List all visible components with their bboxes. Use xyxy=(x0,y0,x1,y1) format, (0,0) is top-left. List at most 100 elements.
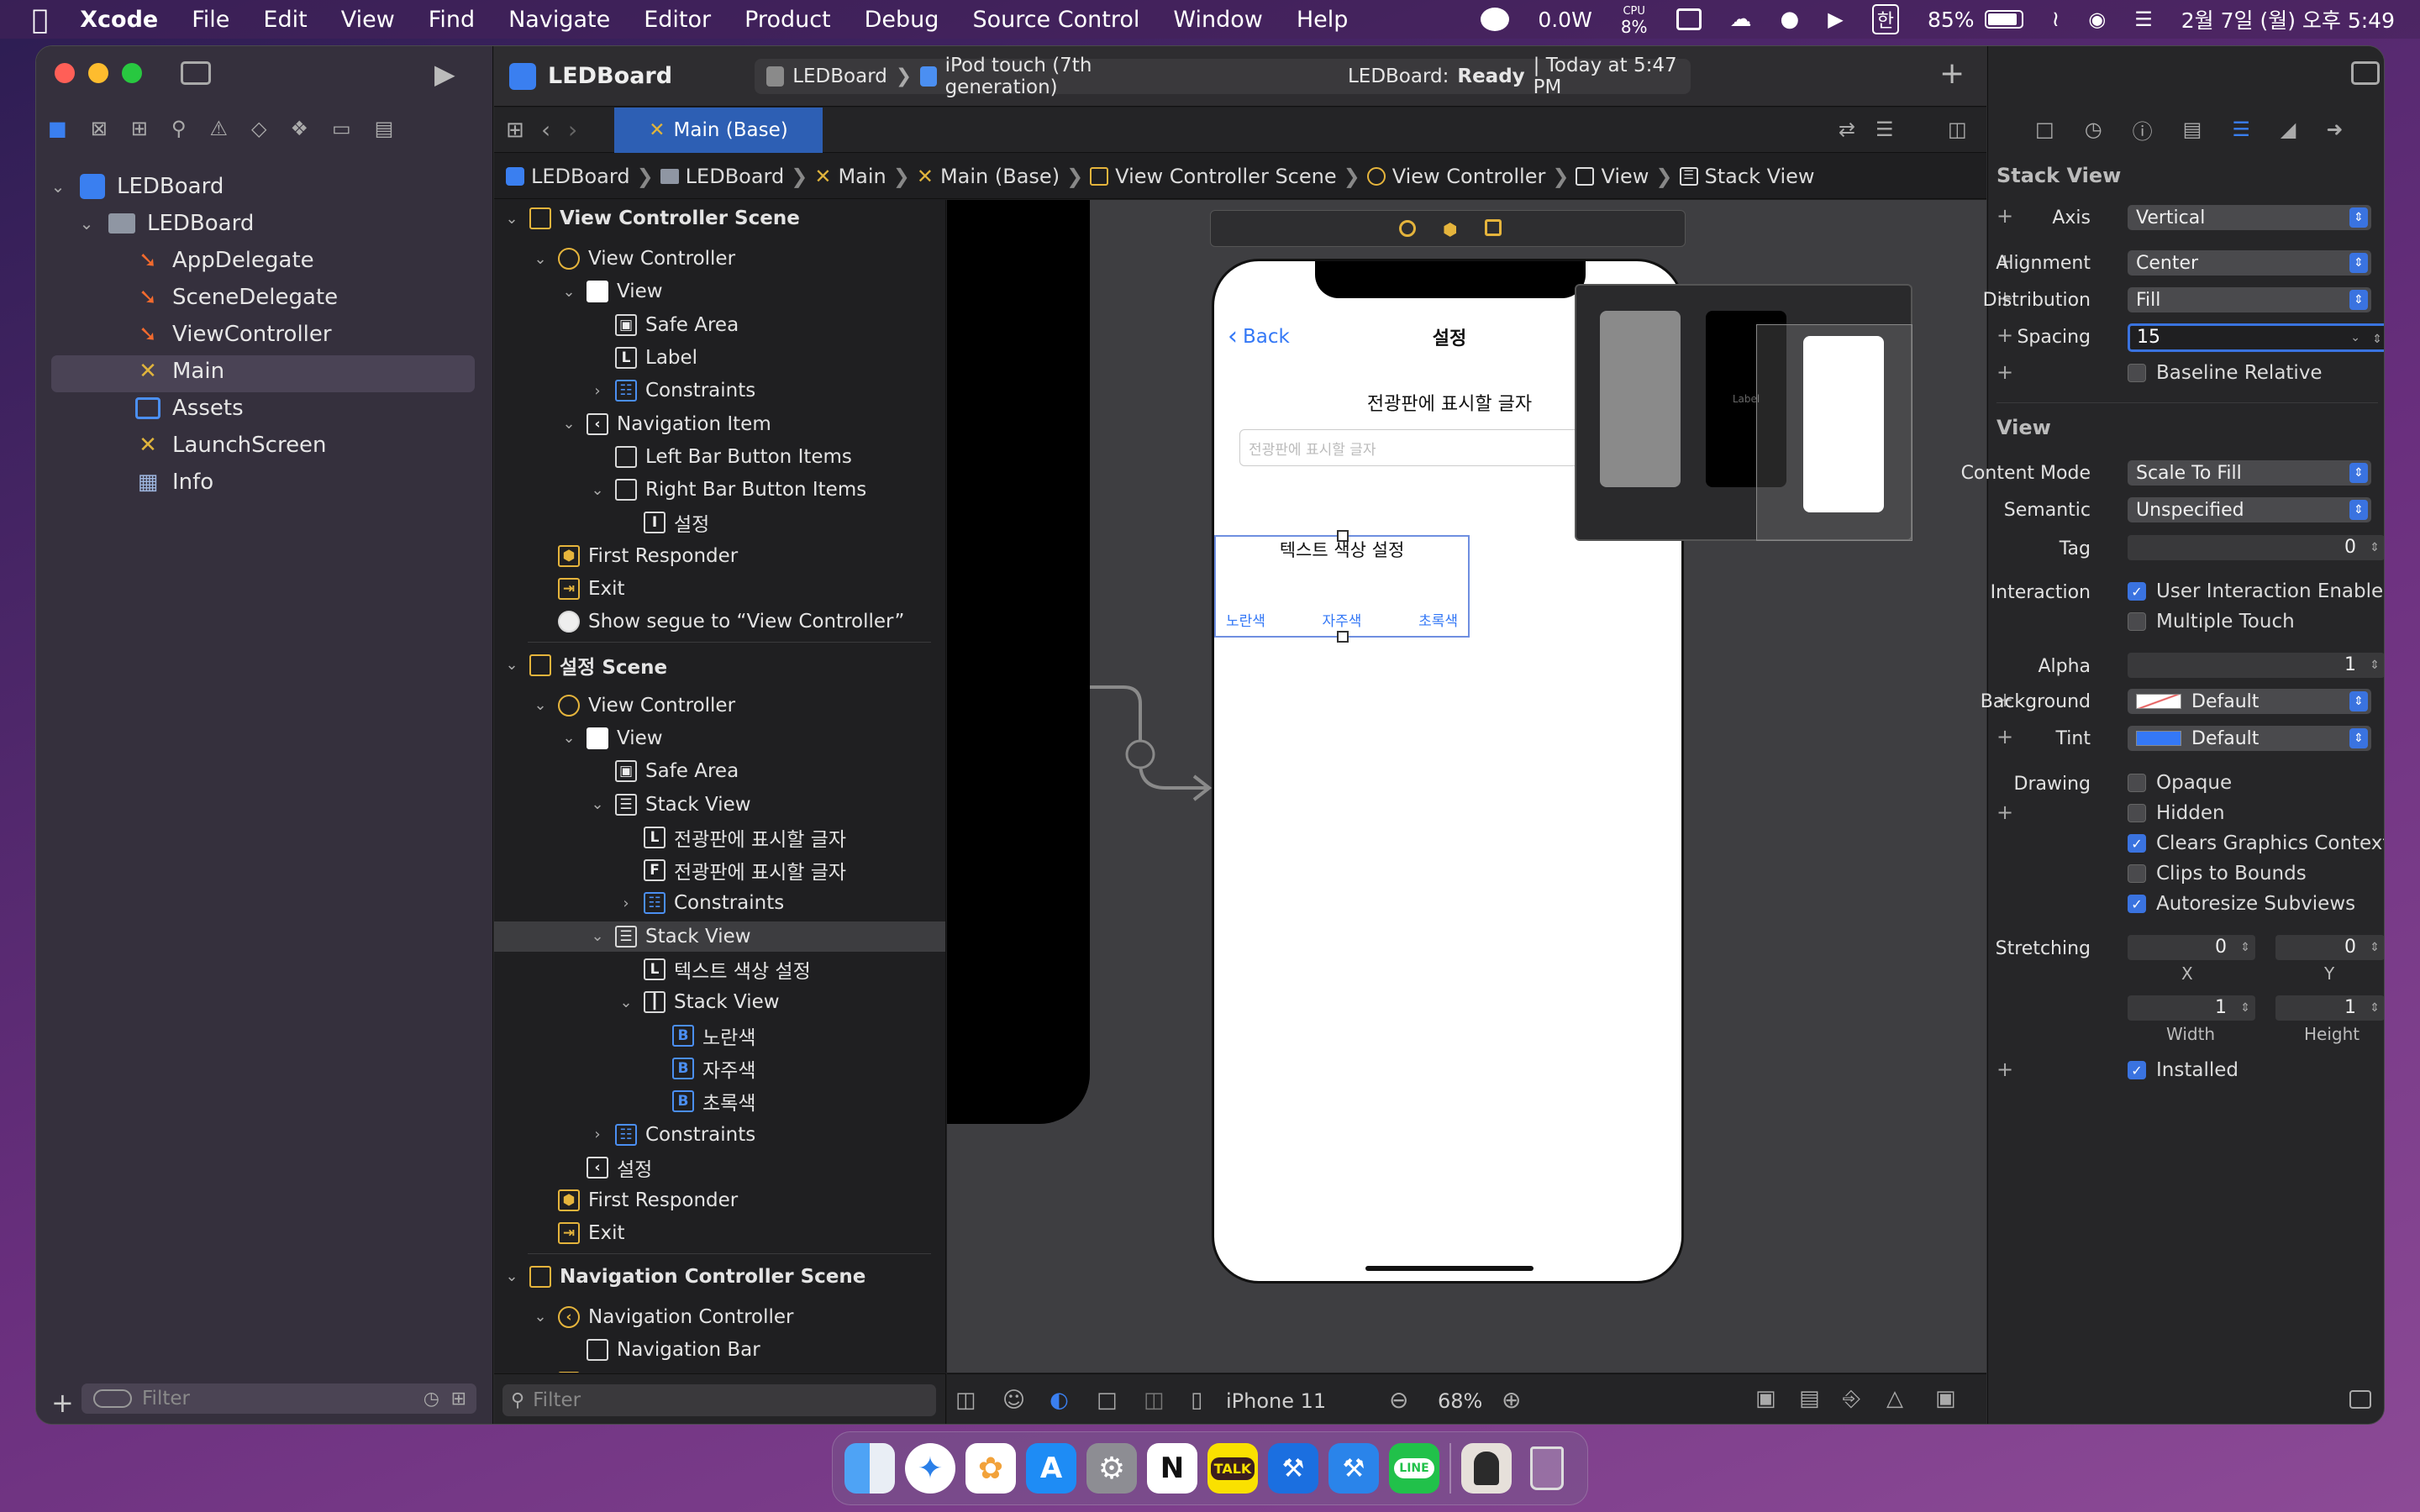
power-readout[interactable]: 0.0W xyxy=(1538,8,1591,32)
segue-arrow[interactable] xyxy=(1090,637,1216,805)
jump-bar-item[interactable]: LEDBoard xyxy=(531,165,630,188)
dock-line-icon[interactable]: LINE xyxy=(1389,1443,1439,1494)
tint-popup[interactable]: Default ⇕ xyxy=(2128,726,2371,751)
outline-row[interactable]: L 전광판에 표시할 글자 xyxy=(617,822,846,853)
chevron-down-icon[interactable]: ⌄ xyxy=(560,415,578,433)
chevron-down-icon[interactable]: ⌄ xyxy=(502,210,521,228)
dock-finder-icon[interactable] xyxy=(844,1443,895,1494)
history-inspector-icon[interactable]: ◷ xyxy=(2085,118,2102,141)
stretch-width-field[interactable]: 1 ⇕ xyxy=(2128,995,2255,1021)
dock-app-store-icon[interactable]: A xyxy=(1026,1443,1076,1494)
library-add-icon[interactable]: + xyxy=(1939,56,1965,91)
nav-item-project[interactable]: ⌄ LEDBoard xyxy=(48,174,224,199)
apple-menu-icon[interactable]:  xyxy=(32,3,48,35)
toggle-outline-icon[interactable]: ◫ xyxy=(955,1388,976,1413)
chevron-down-icon[interactable]: ⌄ xyxy=(588,795,607,813)
input-method[interactable]: 한 xyxy=(1871,4,1899,34)
add-file-button[interactable]: + xyxy=(51,1387,74,1419)
forward-arrow-icon[interactable]: › xyxy=(568,116,577,144)
menu-find[interactable]: Find xyxy=(429,7,475,33)
dock-kakaotalk-icon[interactable]: TALK xyxy=(1207,1443,1258,1494)
menu-product[interactable]: Product xyxy=(744,7,831,33)
symbol-navigator-icon[interactable]: ⊞ xyxy=(131,117,148,140)
outline-row[interactable]: › ☷ Constraints xyxy=(617,888,784,918)
outline-row[interactable]: ⌄ Right Bar Button Items xyxy=(588,475,866,505)
update-frames-icon[interactable]: ▣ xyxy=(1755,1386,1776,1411)
hidden-add-button[interactable]: + xyxy=(1996,801,2013,824)
app-menu[interactable]: Xcode xyxy=(80,7,158,33)
chevron-down-icon[interactable]: ⌄ xyxy=(588,927,607,945)
jump-bar-item[interactable]: View Controller xyxy=(1392,165,1546,188)
nav-item-appdelegate[interactable]: ➘ AppDelegate xyxy=(135,248,314,273)
minimize-window-button[interactable] xyxy=(88,63,108,83)
find-navigator-icon[interactable]: ⚲ xyxy=(171,117,187,140)
dock-safari-icon[interactable]: ✦ xyxy=(905,1443,955,1494)
outline-row[interactable]: ⌄ ┃ Stack View xyxy=(617,987,780,1017)
scheme-selector[interactable]: LEDBoard xyxy=(792,66,887,87)
nav-item-viewcontroller[interactable]: ➘ ViewController xyxy=(135,322,332,347)
zoom-out-icon[interactable]: ⊖ xyxy=(1389,1386,1408,1414)
help-inspector-icon[interactable]: ⓘ xyxy=(2133,115,2153,144)
debug-navigator-icon[interactable]: ❖ xyxy=(290,117,308,140)
dock-xcode-icon[interactable]: ⚒ xyxy=(1268,1443,1318,1494)
run-button[interactable]: ▶ xyxy=(434,58,455,90)
chevron-right-icon[interactable]: › xyxy=(588,1126,607,1143)
nav-item-launchscreen[interactable]: ✕ LaunchScreen xyxy=(135,433,326,458)
chevron-down-icon[interactable]: ⌄ xyxy=(531,696,550,714)
cloud-app-icon[interactable]: ☁ xyxy=(1730,7,1752,32)
chevron-down-icon[interactable]: ⌄ xyxy=(502,656,521,674)
installed-checkbox[interactable]: ✓ xyxy=(2128,1061,2146,1079)
installed-add-button[interactable]: + xyxy=(1996,1058,2013,1081)
distribution-popup[interactable]: Fill ⇕ xyxy=(2128,287,2371,312)
chevron-down-icon[interactable]: ⌄ xyxy=(502,1268,521,1285)
zoom-in-icon[interactable]: ⊕ xyxy=(1502,1386,1521,1414)
outline-row[interactable]: B 자주색 xyxy=(645,1053,755,1084)
control-center-icon[interactable]: ☰ xyxy=(2134,8,2153,31)
source-control-navigator-icon[interactable]: ⊠ xyxy=(91,117,108,140)
jump-bar-item[interactable]: LEDBoard xyxy=(686,165,785,188)
hidden-row[interactable]: Hidden xyxy=(2128,802,2225,824)
chevron-down-icon[interactable]: ⌄ xyxy=(560,729,578,747)
align-icon[interactable]: ▤ xyxy=(1799,1386,1820,1411)
menu-file[interactable]: File xyxy=(192,7,229,33)
menu-window[interactable]: Window xyxy=(1173,7,1262,33)
outline-row[interactable]: ⇥ Exit xyxy=(531,574,625,604)
yellow-button[interactable]: 노란색 xyxy=(1226,609,1265,630)
spacing-stepper[interactable]: ⇕ xyxy=(2372,328,2382,351)
airpods-icon[interactable]: ◉ xyxy=(2088,8,2106,31)
menu-debug[interactable]: Debug xyxy=(865,7,939,33)
chevron-down-icon[interactable]: ⌄ xyxy=(2350,326,2360,349)
dock-photos-icon[interactable]: ✿ xyxy=(965,1443,1016,1494)
project-navigator-folder-icon[interactable]: ■ xyxy=(48,117,67,140)
outline-row[interactable]: ⌄ View xyxy=(560,276,663,307)
magenta-button[interactable]: 자주색 xyxy=(1323,609,1362,630)
battery-icon[interactable] xyxy=(1984,10,2023,29)
tag-stepper[interactable]: ⇕ xyxy=(2370,535,2380,560)
outline-row[interactable]: ⌄ View xyxy=(560,723,663,753)
chevron-down-icon[interactable]: ⌄ xyxy=(531,250,550,268)
nav-item-group[interactable]: ⌄ LEDBoard xyxy=(76,211,255,236)
outline-row[interactable]: ⌄ View Controller xyxy=(531,244,735,274)
back-arrow-icon[interactable]: ‹ xyxy=(541,116,550,144)
content-mode-popup[interactable]: Scale To Fill ⇕ xyxy=(2128,460,2371,486)
wifi-icon[interactable]: ≀ xyxy=(2052,7,2060,32)
menu-view[interactable]: View xyxy=(341,7,395,33)
outline-row[interactable]: ⌄ ‹ Navigation Item xyxy=(560,409,771,439)
outline-row[interactable]: › ☷ Constraints xyxy=(588,375,755,406)
outline-row[interactable]: ⬢ First Responder xyxy=(531,1185,738,1215)
baseline-checkbox[interactable] xyxy=(2128,364,2146,382)
axis-popup[interactable]: Vertical ⇕ xyxy=(2128,205,2371,230)
multiple-touch-row[interactable]: Multiple Touch xyxy=(2128,611,2295,633)
nav-item-assets[interactable]: Assets xyxy=(135,396,244,421)
selected-stack-view[interactable]: 텍스트 색상 설정 노란색 자주색 초록색 xyxy=(1214,530,1470,643)
dock-photo-thumbnail-icon[interactable] xyxy=(1461,1443,1512,1494)
outline-row[interactable]: ⌄ ☰ Stack View xyxy=(588,790,751,820)
outline-row[interactable]: ⌄ View Controller xyxy=(531,690,735,721)
view-controller-icon[interactable] xyxy=(1399,220,1416,237)
stepper-icon[interactable]: ⇕ xyxy=(2370,935,2380,960)
activity-view[interactable]: LEDBoard ❯ iPod touch (7th generation) L… xyxy=(755,55,1691,98)
background-popup[interactable]: Default ⇕ xyxy=(2128,689,2371,714)
chevron-right-icon[interactable]: › xyxy=(617,895,635,912)
chevron-down-icon[interactable]: ⌄ xyxy=(531,1308,550,1326)
outline-row[interactable]: ⌄ Navigation Controller Scene xyxy=(502,1262,865,1292)
